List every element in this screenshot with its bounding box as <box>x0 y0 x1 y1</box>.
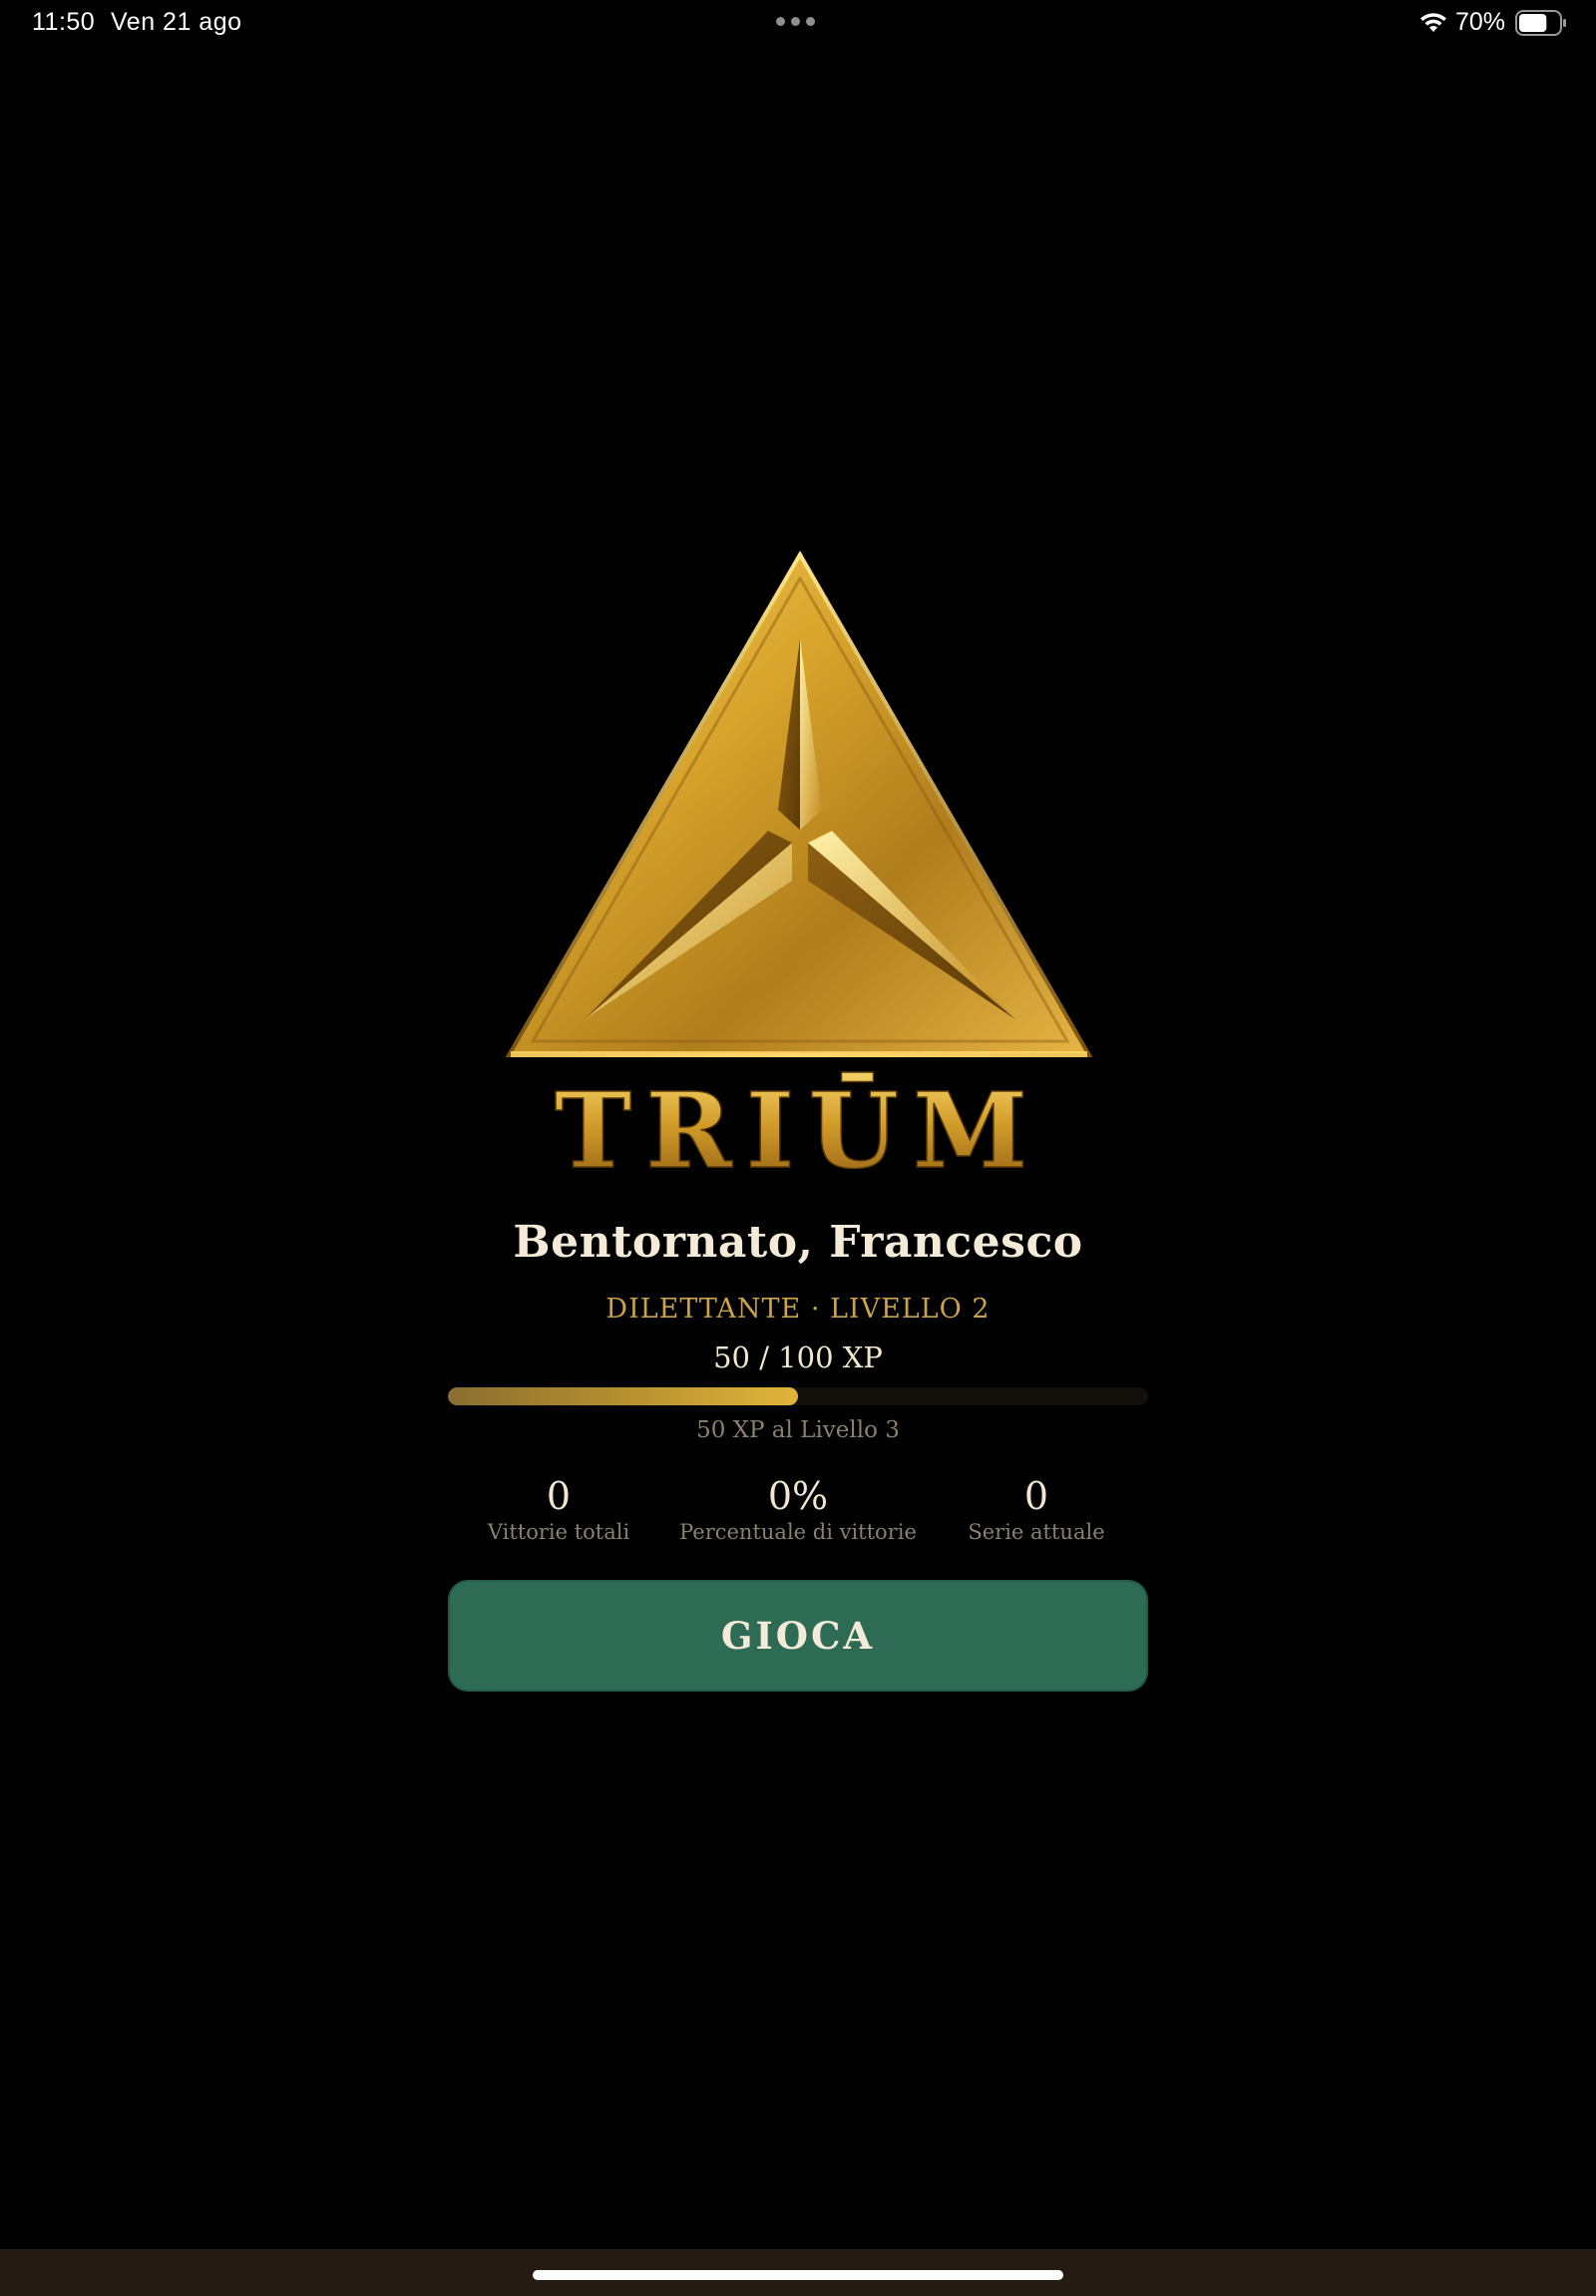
multitask-dots-icon[interactable] <box>776 17 815 26</box>
stat-total-wins: 0 Vittorie totali <box>429 1474 688 1544</box>
home-indicator[interactable] <box>533 2270 1063 2280</box>
status-time: 11:50 <box>32 8 96 36</box>
level-label: DILETTANTE · LIVELLO 2 <box>605 1294 991 1325</box>
xp-progress-fill <box>448 1387 798 1405</box>
triangle-emblem-icon <box>505 551 1093 1057</box>
stat-value: 0% <box>767 1474 829 1518</box>
trium-logo: TRIŪM <box>505 551 1093 1177</box>
xp-value: 50 / 100 XP <box>713 1340 883 1374</box>
xp-progress-bar <box>448 1387 1148 1405</box>
stat-current-streak: 0 Serie attuale <box>907 1474 1166 1544</box>
stat-label: Percentuale di vittorie <box>679 1520 917 1544</box>
play-button[interactable]: GIOCA <box>448 1580 1148 1692</box>
stat-value: 0 <box>1023 1474 1049 1518</box>
status-date: Ven 21 ago <box>111 8 242 36</box>
stat-label: Vittorie totali <box>487 1520 630 1544</box>
stat-win-percentage: 0% Percentuale di vittorie <box>668 1474 928 1544</box>
status-bar: 11:50 Ven 21 ago 70% <box>0 0 1596 48</box>
battery-percentage: 70% <box>1455 8 1506 36</box>
brand-wordmark: TRIŪM <box>555 1069 1041 1177</box>
welcome-title: Bentornato, Francesco <box>513 1217 1083 1268</box>
stat-value: 0 <box>546 1474 572 1518</box>
wifi-icon <box>1420 13 1446 32</box>
stat-label: Serie attuale <box>968 1520 1105 1544</box>
battery-icon <box>1515 10 1566 36</box>
xp-remaining-label: 50 XP al Livello 3 <box>696 1417 900 1443</box>
